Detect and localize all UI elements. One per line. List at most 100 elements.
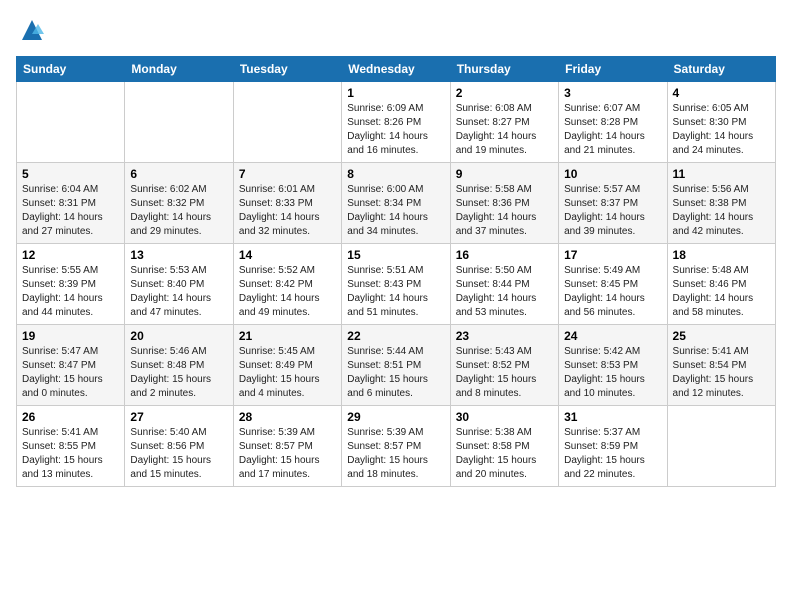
calendar-cell xyxy=(667,406,775,487)
calendar-cell xyxy=(17,82,125,163)
calendar-week-row: 19 Sunrise: 5:47 AMSunset: 8:47 PMDayligh… xyxy=(17,325,776,406)
calendar-cell: 26Sunrise: 5:41 AMSunset: 8:55 PMDayligh… xyxy=(17,406,125,487)
calendar-cell xyxy=(125,82,233,163)
cell-content: Sunrise: 5:49 AMSunset: 8:45 PMDaylight:… xyxy=(564,264,661,320)
calendar-cell: 8 Sunrise: 6:00 AMSunset: 8:34 PMDaylight… xyxy=(342,163,450,244)
day-of-week-header: Thursday xyxy=(450,57,558,82)
day-of-week-header: Wednesday xyxy=(342,57,450,82)
calendar-cell: 25 Sunrise: 5:41 AMSunset: 8:54 PMDayligh… xyxy=(667,325,775,406)
cell-content: Sunrise: 5:45 AMSunset: 8:49 PMDaylight:… xyxy=(239,345,336,401)
calendar-header-row: SundayMondayTuesdayWednesdayThursdayFrid… xyxy=(17,57,776,82)
cell-content: Sunrise: 5:53 AMSunset: 8:40 PMDaylight:… xyxy=(130,264,227,320)
cell-content: Sunrise: 6:09 AMSunset: 8:26 PMDaylight:… xyxy=(347,102,444,158)
calendar-week-row: 26Sunrise: 5:41 AMSunset: 8:55 PMDayligh… xyxy=(17,406,776,487)
day-number: 14 xyxy=(239,248,336,262)
day-number: 11 xyxy=(673,167,770,181)
cell-content: Sunrise: 5:39 AMSunset: 8:57 PMDaylight:… xyxy=(239,426,336,482)
cell-content: Sunrise: 5:46 AMSunset: 8:48 PMDaylight:… xyxy=(130,345,227,401)
cell-content: Sunrise: 5:40 AMSunset: 8:56 PMDaylight:… xyxy=(130,426,227,482)
calendar-cell: 29Sunrise: 5:39 AMSunset: 8:57 PMDayligh… xyxy=(342,406,450,487)
day-number: 30 xyxy=(456,410,553,424)
calendar-cell: 10 Sunrise: 5:57 AMSunset: 8:37 PMDayligh… xyxy=(559,163,667,244)
calendar-cell: 5 Sunrise: 6:04 AMSunset: 8:31 PMDaylight… xyxy=(17,163,125,244)
day-of-week-header: Sunday xyxy=(17,57,125,82)
cell-content: Sunrise: 5:44 AMSunset: 8:51 PMDaylight:… xyxy=(347,345,444,401)
day-number: 16 xyxy=(456,248,553,262)
calendar-cell: 17 Sunrise: 5:49 AMSunset: 8:45 PMDayligh… xyxy=(559,244,667,325)
cell-content: Sunrise: 6:00 AMSunset: 8:34 PMDaylight:… xyxy=(347,183,444,239)
calendar-cell: 22 Sunrise: 5:44 AMSunset: 8:51 PMDayligh… xyxy=(342,325,450,406)
calendar-cell: 24 Sunrise: 5:42 AMSunset: 8:53 PMDayligh… xyxy=(559,325,667,406)
calendar-cell: 7Sunrise: 6:01 AMSunset: 8:33 PMDaylight… xyxy=(233,163,341,244)
day-number: 25 xyxy=(673,329,770,343)
calendar-cell: 9Sunrise: 5:58 AMSunset: 8:36 PMDaylight… xyxy=(450,163,558,244)
calendar-cell: 23Sunrise: 5:43 AMSunset: 8:52 PMDayligh… xyxy=(450,325,558,406)
cell-content: Sunrise: 5:43 AMSunset: 8:52 PMDaylight:… xyxy=(456,345,553,401)
day-number: 18 xyxy=(673,248,770,262)
day-number: 1 xyxy=(347,86,444,100)
cell-content: Sunrise: 5:42 AMSunset: 8:53 PMDaylight:… xyxy=(564,345,661,401)
cell-content: Sunrise: 5:50 AMSunset: 8:44 PMDaylight:… xyxy=(456,264,553,320)
calendar-cell: 28 Sunrise: 5:39 AMSunset: 8:57 PMDayligh… xyxy=(233,406,341,487)
day-number: 27 xyxy=(130,410,227,424)
calendar-cell: 16 Sunrise: 5:50 AMSunset: 8:44 PMDayligh… xyxy=(450,244,558,325)
logo xyxy=(16,16,46,44)
cell-content: Sunrise: 5:47 AMSunset: 8:47 PMDaylight:… xyxy=(22,345,119,401)
calendar-week-row: 5 Sunrise: 6:04 AMSunset: 8:31 PMDaylight… xyxy=(17,163,776,244)
day-number: 21 xyxy=(239,329,336,343)
day-of-week-header: Friday xyxy=(559,57,667,82)
calendar-cell: 21 Sunrise: 5:45 AMSunset: 8:49 PMDayligh… xyxy=(233,325,341,406)
calendar-cell: 31Sunrise: 5:37 AMSunset: 8:59 PMDayligh… xyxy=(559,406,667,487)
day-number: 13 xyxy=(130,248,227,262)
cell-content: Sunrise: 5:58 AMSunset: 8:36 PMDaylight:… xyxy=(456,183,553,239)
calendar-cell: 19 Sunrise: 5:47 AMSunset: 8:47 PMDayligh… xyxy=(17,325,125,406)
calendar-cell: 12 Sunrise: 5:55 AMSunset: 8:39 PMDayligh… xyxy=(17,244,125,325)
day-number: 3 xyxy=(564,86,661,100)
calendar-cell: 2 Sunrise: 6:08 AMSunset: 8:27 PMDaylight… xyxy=(450,82,558,163)
day-number: 5 xyxy=(22,167,119,181)
cell-content: Sunrise: 6:08 AMSunset: 8:27 PMDaylight:… xyxy=(456,102,553,158)
calendar-cell: 4Sunrise: 6:05 AMSunset: 8:30 PMDaylight… xyxy=(667,82,775,163)
calendar-week-row: 1 Sunrise: 6:09 AMSunset: 8:26 PMDaylight… xyxy=(17,82,776,163)
day-number: 15 xyxy=(347,248,444,262)
cell-content: Sunrise: 5:55 AMSunset: 8:39 PMDaylight:… xyxy=(22,264,119,320)
cell-content: Sunrise: 6:07 AMSunset: 8:28 PMDaylight:… xyxy=(564,102,661,158)
calendar-cell: 6Sunrise: 6:02 AMSunset: 8:32 PMDaylight… xyxy=(125,163,233,244)
day-number: 19 xyxy=(22,329,119,343)
calendar-cell: 15 Sunrise: 5:51 AMSunset: 8:43 PMDayligh… xyxy=(342,244,450,325)
calendar-body: 1 Sunrise: 6:09 AMSunset: 8:26 PMDaylight… xyxy=(17,82,776,487)
day-of-week-header: Saturday xyxy=(667,57,775,82)
day-number: 24 xyxy=(564,329,661,343)
calendar-cell xyxy=(233,82,341,163)
calendar-cell: 3 Sunrise: 6:07 AMSunset: 8:28 PMDaylight… xyxy=(559,82,667,163)
calendar-cell: 14 Sunrise: 5:52 AMSunset: 8:42 PMDayligh… xyxy=(233,244,341,325)
cell-content: Sunrise: 5:57 AMSunset: 8:37 PMDaylight:… xyxy=(564,183,661,239)
day-number: 20 xyxy=(130,329,227,343)
calendar-week-row: 12 Sunrise: 5:55 AMSunset: 8:39 PMDayligh… xyxy=(17,244,776,325)
calendar-cell: 11 Sunrise: 5:56 AMSunset: 8:38 PMDayligh… xyxy=(667,163,775,244)
day-of-week-header: Tuesday xyxy=(233,57,341,82)
cell-content: Sunrise: 5:56 AMSunset: 8:38 PMDaylight:… xyxy=(673,183,770,239)
day-number: 10 xyxy=(564,167,661,181)
day-number: 8 xyxy=(347,167,444,181)
day-number: 2 xyxy=(456,86,553,100)
logo-icon xyxy=(18,16,46,44)
calendar-table: SundayMondayTuesdayWednesdayThursdayFrid… xyxy=(16,56,776,487)
day-number: 12 xyxy=(22,248,119,262)
cell-content: Sunrise: 5:37 AMSunset: 8:59 PMDaylight:… xyxy=(564,426,661,482)
cell-content: Sunrise: 6:04 AMSunset: 8:31 PMDaylight:… xyxy=(22,183,119,239)
cell-content: Sunrise: 5:51 AMSunset: 8:43 PMDaylight:… xyxy=(347,264,444,320)
calendar-cell: 1 Sunrise: 6:09 AMSunset: 8:26 PMDaylight… xyxy=(342,82,450,163)
cell-content: Sunrise: 5:39 AMSunset: 8:57 PMDaylight:… xyxy=(347,426,444,482)
calendar-cell: 27 Sunrise: 5:40 AMSunset: 8:56 PMDayligh… xyxy=(125,406,233,487)
cell-content: Sunrise: 5:41 AMSunset: 8:55 PMDaylight:… xyxy=(22,426,119,482)
day-number: 22 xyxy=(347,329,444,343)
day-number: 7 xyxy=(239,167,336,181)
calendar-cell: 13 Sunrise: 5:53 AMSunset: 8:40 PMDayligh… xyxy=(125,244,233,325)
day-number: 28 xyxy=(239,410,336,424)
day-of-week-header: Monday xyxy=(125,57,233,82)
cell-content: Sunrise: 5:41 AMSunset: 8:54 PMDaylight:… xyxy=(673,345,770,401)
day-number: 17 xyxy=(564,248,661,262)
cell-content: Sunrise: 5:52 AMSunset: 8:42 PMDaylight:… xyxy=(239,264,336,320)
cell-content: Sunrise: 6:05 AMSunset: 8:30 PMDaylight:… xyxy=(673,102,770,158)
